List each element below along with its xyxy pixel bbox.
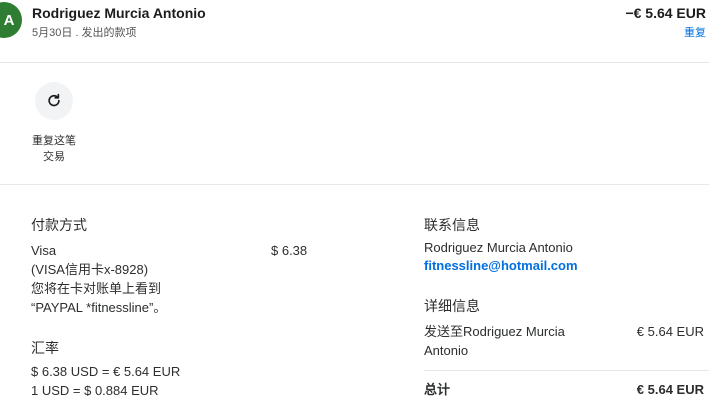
divider xyxy=(0,62,709,63)
payment-method-line: (VISA信用卡x-8928) xyxy=(31,262,149,277)
avatar: A xyxy=(0,2,22,38)
refresh-icon xyxy=(48,93,60,107)
sent-to-label: 发送至Rodriguez Murcia Antonio xyxy=(424,324,565,358)
payment-method-title: 付款方式 xyxy=(31,217,87,233)
payment-method-line: 您将在卡对账单上看到 xyxy=(31,281,162,296)
repeat-transaction-button[interactable] xyxy=(35,82,73,120)
total-amount: € 5.64 EUR xyxy=(636,382,704,397)
exchange-rate-line: 1 USD = $ 0.884 EUR xyxy=(31,383,159,398)
total-label: 总计 xyxy=(424,382,451,397)
payment-method-line: Visa xyxy=(31,243,57,258)
transaction-details-page: A Rodriguez Murcia Antonio 5月30日 . 发出的款项… xyxy=(0,0,709,402)
divider xyxy=(0,184,709,185)
exchange-rate-title: 汇率 xyxy=(31,340,59,356)
exchange-rate-line: $ 6.38 USD = € 5.64 EUR xyxy=(31,364,181,379)
contact-email-link[interactable]: fitnessline@hotmail.com xyxy=(424,258,578,273)
sent-amount: € 5.64 EUR xyxy=(636,324,704,339)
transaction-date-type: 5月30日 . 发出的款项 xyxy=(32,27,137,39)
repeat-transaction-label: 重复这笔 交易 xyxy=(32,135,76,163)
payment-method-line: “PAYPAL *fitnessline”。 xyxy=(31,300,167,315)
contact-info-title: 联系信息 xyxy=(424,217,480,233)
details-title: 详细信息 xyxy=(424,298,480,314)
transaction-amount: −€ 5.64 EUR xyxy=(625,5,706,21)
payment-method-amount: $ 6.38 xyxy=(271,243,308,258)
divider xyxy=(424,370,709,371)
repeat-link[interactable]: 重复 xyxy=(684,24,706,40)
merchant-name: Rodriguez Murcia Antonio xyxy=(32,5,206,21)
payment-method-details: Visa (VISA信用卡x-8928) 您将在卡对账单上看到 “PAYPAL … xyxy=(31,241,261,317)
contact-name: Rodriguez Murcia Antonio xyxy=(424,240,573,255)
